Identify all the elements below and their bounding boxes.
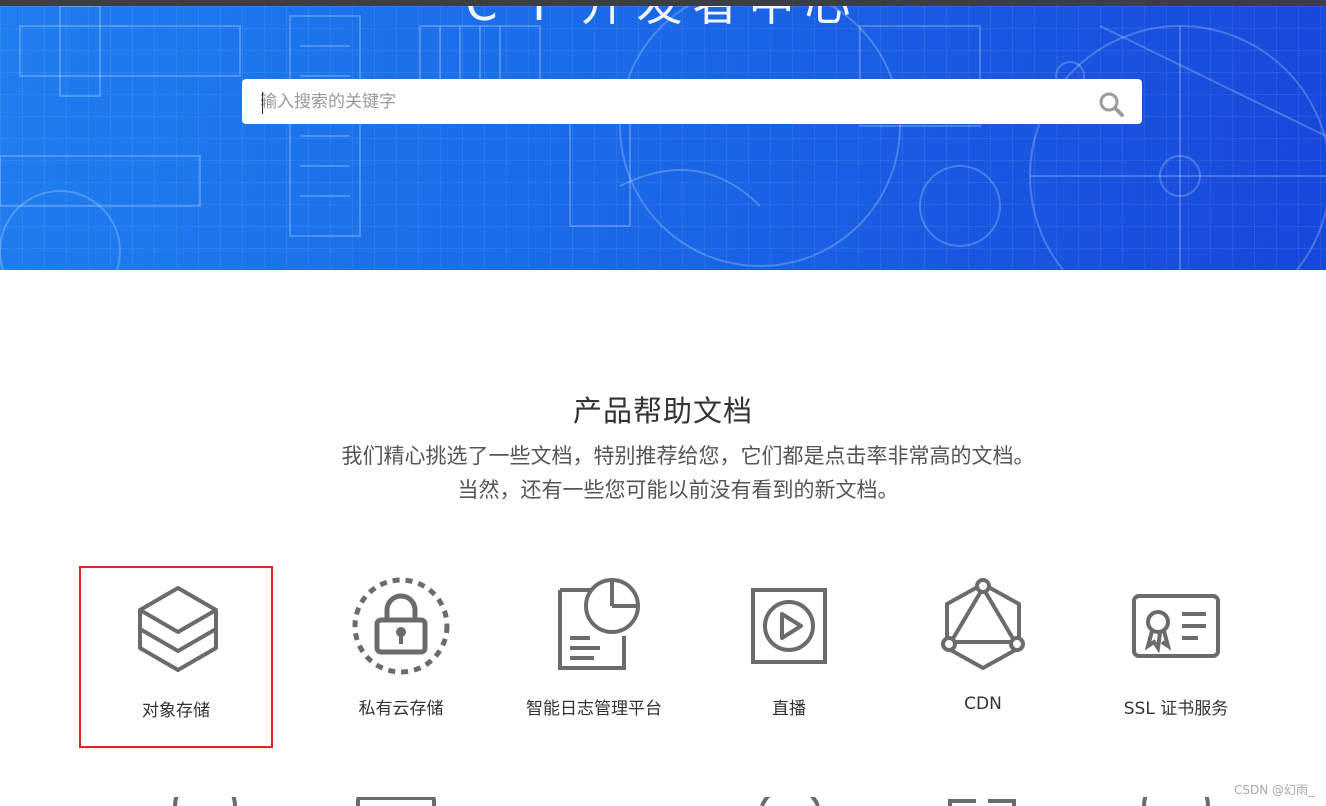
product-label: 私有云存储 <box>358 699 444 719</box>
product-card-object-storage[interactable]: 对象存储 <box>79 566 273 748</box>
network-triangle-icon <box>941 578 1025 670</box>
product-label: 智能日志管理平台 <box>526 699 662 719</box>
layers-cube-icon <box>138 586 218 672</box>
partial-row-icon <box>948 799 1016 806</box>
partial-row-icon <box>356 797 436 806</box>
product-label: 直播 <box>772 699 806 719</box>
product-label: CDN <box>964 694 1002 714</box>
product-label: SSL 证书服务 <box>1123 699 1229 719</box>
certificate-icon <box>1132 594 1220 658</box>
partial-row-icon <box>173 797 237 806</box>
padlock-icon <box>352 577 450 675</box>
play-icon <box>751 588 827 664</box>
product-label: 对象存储 <box>142 701 210 721</box>
section-description-line-2: 当然，还有一些您可能以前没有看到的新文档。 <box>457 478 899 502</box>
hero-title: C I 开发者中心 <box>0 6 1326 34</box>
search-box <box>242 79 1142 124</box>
product-card-live-streaming[interactable]: 直播 <box>692 566 886 748</box>
blueprint-illustration <box>0 6 1326 270</box>
partial-row-icon <box>760 797 820 806</box>
document-pie-chart-icon <box>558 578 640 670</box>
product-card-log-platform[interactable]: 智能日志管理平台 <box>497 566 691 748</box>
section-title: 产品帮助文档 <box>572 394 753 428</box>
text-caret <box>262 92 263 114</box>
hero-banner: C I 开发者中心 <box>0 6 1326 270</box>
product-card-private-cloud-storage[interactable]: 私有云存储 <box>304 566 498 748</box>
search-input[interactable] <box>260 79 1080 124</box>
product-card-ssl-certificate[interactable]: SSL 证书服务 <box>1079 566 1273 748</box>
watermark: CSDN @幻雨_ <box>1233 783 1314 797</box>
product-card-cdn[interactable]: CDN <box>886 566 1080 748</box>
section-description-line-1: 我们精心挑选了一些文档，特别推荐给您，它们都是点击率非常高的文档。 <box>341 444 1035 468</box>
partial-row-icon <box>1142 797 1210 806</box>
search-icon[interactable] <box>1097 90 1125 118</box>
